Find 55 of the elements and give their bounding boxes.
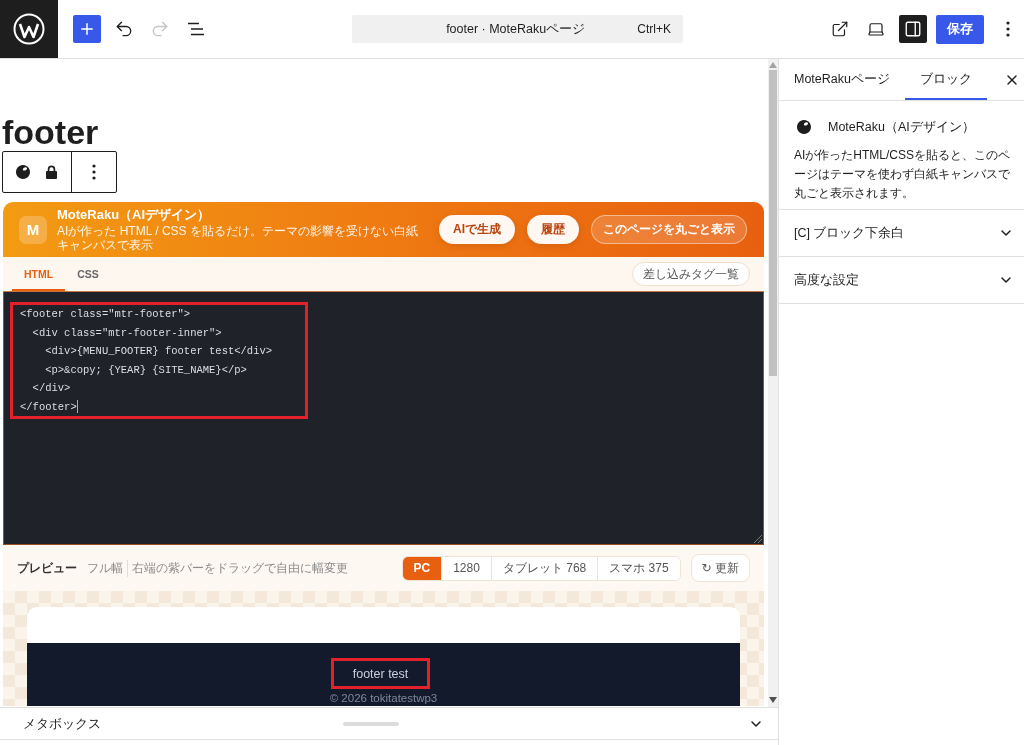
code-line: <div class="mtr-footer-inner"> [31, 325, 222, 341]
logo-badge: M [19, 215, 47, 244]
more-icon [1006, 21, 1010, 37]
page-title[interactable]: footer [2, 114, 99, 150]
scrollbar-thumb[interactable] [769, 70, 777, 376]
code-line: <p>&copy; {YEAR} {SITE_NAME}</p> [44, 362, 247, 378]
code-line: </div> [31, 381, 71, 396]
copyright-text: © 2026 tokitatestwp3 [329, 692, 438, 705]
text-cursor [76, 400, 78, 414]
block-title: MoteRaku（AIデザイン） [57, 207, 211, 223]
metabox-label: メタボックス [23, 714, 101, 733]
block-name: MoteRaku（AIデザイン） [828, 118, 975, 136]
sidebar-tab[interactable]: MoteRakuページ [779, 59, 905, 100]
code-tab[interactable]: CSS [65, 257, 111, 291]
code-line: <footer class="mtr-footer"> [20, 307, 191, 322]
settings-toggle[interactable] [899, 15, 927, 43]
scrollbar[interactable] [768, 59, 778, 707]
action-button[interactable]: 履歴 [527, 215, 579, 244]
command-bar[interactable]: footer · MoteRakuページ Ctrl+K [352, 15, 683, 43]
save-button[interactable]: 保存 [936, 14, 984, 44]
plus-icon [78, 20, 96, 38]
footer-menu-text: footer test [352, 666, 409, 681]
code-line: </footer> [20, 399, 77, 415]
site-logo-icon [13, 13, 45, 45]
action-button[interactable]: AIで生成 [439, 215, 515, 244]
scroll-down-icon[interactable] [769, 697, 777, 703]
refresh-button[interactable]: ↻ 更新 [690, 554, 750, 582]
preview-hint: 右端の紫バーをドラッグで自由に幅変更 [127, 559, 348, 577]
preview-mode: フル幅 [87, 559, 123, 577]
logo-button[interactable] [0, 0, 58, 58]
preview-label: プレビュー [17, 559, 77, 577]
size-option[interactable]: スマホ 375 [597, 556, 680, 580]
resize-grip-icon[interactable] [754, 535, 762, 543]
lock-icon [45, 165, 57, 179]
document-title: footer · MoteRakuページ [445, 20, 587, 38]
panel-title: [C] ブロック下余白 [794, 224, 905, 242]
sidebar-tab[interactable]: ブロック [905, 59, 987, 100]
external-link-icon [831, 20, 849, 38]
code-line: <div>{MENU_FOOTER} footer test</div> [44, 344, 273, 359]
drag-handle[interactable] [342, 721, 399, 726]
list-view-icon [187, 22, 205, 36]
block-description: AIが作ったHTML/CSSを貼ると、このページはテーマを使わず白紙キャンバスで丸ごと表示されます。 [794, 147, 1011, 202]
block-logo-icon [797, 120, 811, 134]
undo-icon [114, 19, 134, 39]
laptop-icon [867, 20, 885, 38]
code-editor[interactable]: <footer class="mtr-footer"> <div class="mtr-footer-inner"> <div>{MENU_FOOTER} footer test</div> <p>&copy; {YEAR} {SITE_NAME}</p> </div> </footer> [3, 292, 764, 545]
add-block-button[interactable] [73, 15, 101, 43]
panel-title: 高度な設定 [794, 271, 859, 289]
block-subtitle: AIが作った HTML / CSS を貼るだけ。テーマの影響を受けない白紙キャンバスで表示 [57, 224, 419, 252]
redo-icon [150, 19, 170, 39]
more-icon [92, 164, 96, 180]
block-logo-icon [16, 165, 30, 179]
tag-list-button[interactable]: 差し込みタグ一覧 [632, 262, 750, 286]
keyboard-shortcut: Ctrl+K [637, 22, 671, 36]
sidebar-icon [904, 20, 922, 38]
